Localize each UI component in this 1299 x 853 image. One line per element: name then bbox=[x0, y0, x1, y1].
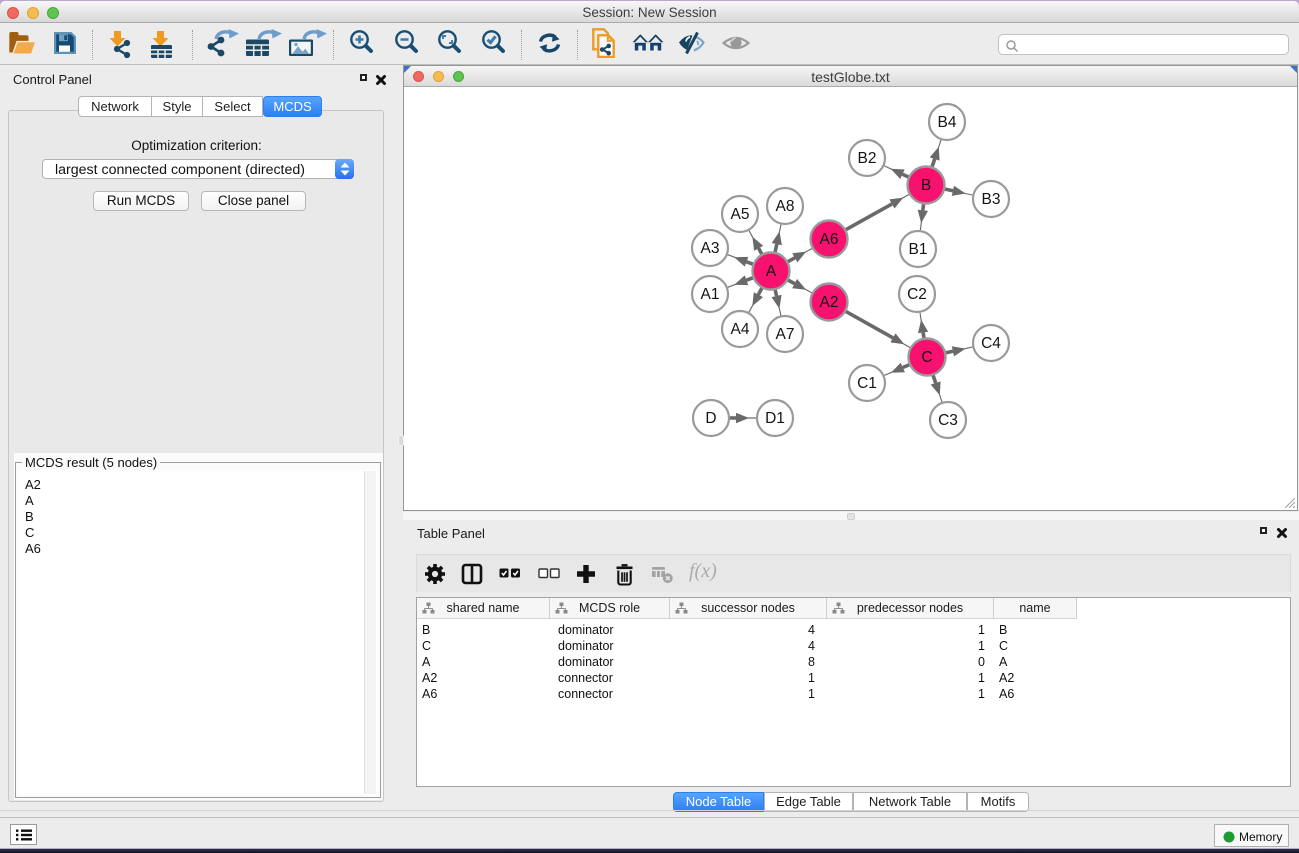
svg-text:A1: A1 bbox=[701, 286, 720, 303]
svg-text:B: B bbox=[921, 177, 931, 194]
svg-text:A2: A2 bbox=[820, 294, 839, 311]
svg-text:C: C bbox=[921, 349, 932, 366]
svg-text:A6: A6 bbox=[820, 231, 839, 248]
svg-text:C1: C1 bbox=[857, 375, 877, 392]
svg-text:D1: D1 bbox=[765, 410, 785, 427]
svg-text:A3: A3 bbox=[701, 240, 720, 257]
svg-text:B3: B3 bbox=[982, 191, 1001, 208]
svg-text:A5: A5 bbox=[731, 206, 750, 223]
svg-text:B4: B4 bbox=[938, 114, 957, 131]
svg-text:B1: B1 bbox=[909, 241, 928, 258]
svg-text:C2: C2 bbox=[907, 286, 927, 303]
svg-text:B2: B2 bbox=[858, 150, 877, 167]
svg-text:A7: A7 bbox=[776, 326, 795, 343]
svg-text:D: D bbox=[705, 410, 716, 427]
svg-text:A4: A4 bbox=[731, 321, 750, 338]
svg-text:A8: A8 bbox=[776, 198, 795, 215]
svg-text:A: A bbox=[766, 263, 777, 280]
svg-text:C4: C4 bbox=[981, 335, 1001, 352]
svg-text:C3: C3 bbox=[938, 412, 958, 429]
